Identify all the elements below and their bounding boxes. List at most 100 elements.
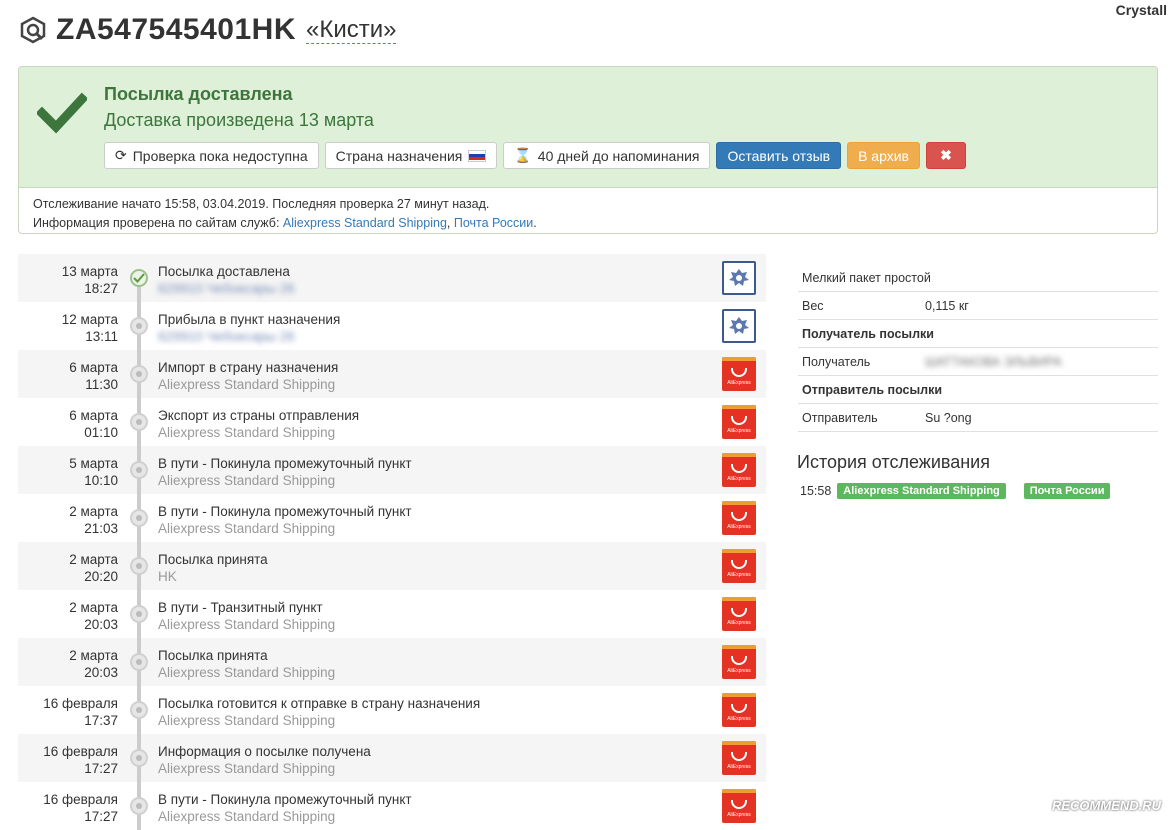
- timeline-dot-icon: [130, 701, 148, 719]
- history-tag-russian-post[interactable]: Почта России: [1023, 483, 1111, 499]
- event-date: 6 марта 11:30: [69, 359, 118, 393]
- event-date: 5 марта 10:10: [69, 455, 118, 489]
- aliexpress-icon: AliExpress: [722, 645, 756, 679]
- event-day: 2 марта: [69, 552, 118, 567]
- aliexpress-icon: AliExpress: [722, 741, 756, 775]
- tracking-started-text: Отслеживание начато 15:58, 03.04.2019. П…: [33, 197, 490, 211]
- history-tag-aliexpress[interactable]: Aliexpress Standard Shipping: [837, 483, 1006, 499]
- russia-flag-icon: [468, 149, 487, 162]
- parcel-details: Мелкий пакет простой Вес 0,115 кг Получа…: [798, 264, 1158, 432]
- aliexpress-badge-text: AliExpress: [727, 764, 751, 770]
- event-source: Aliexpress Standard Shipping: [158, 809, 336, 824]
- event-description: Посылка доставлена 629910 Чебоксары 26: [158, 263, 295, 297]
- timeline-event: 2 марта 21:03 В пути - Покинула промежуточ…: [18, 494, 766, 542]
- event-day: 6 марта: [69, 408, 118, 423]
- recipient-label: Получатель: [802, 354, 871, 369]
- timeline-dot-icon: [130, 557, 148, 575]
- event-title: Посылка готовится к отправке в страну на…: [158, 696, 481, 711]
- recipient-row: Получатель ШАТТАКОВА ЭЛЬВИРА: [798, 348, 1158, 376]
- timeline-event: 5 марта 10:10 В пути - Покинула промежуточ…: [18, 446, 766, 494]
- recipient-header: Получатель посылки: [798, 320, 1158, 348]
- history-time: 15:58: [800, 484, 832, 498]
- tracking-timeline: 13 марта 18:27 Посылка доставлена 629910 Че…: [18, 254, 766, 830]
- event-date: 16 февраля 17:27: [43, 743, 118, 777]
- event-title: Экспорт из страны отправления: [158, 408, 360, 423]
- event-description: Экспорт из страны отправления Aliexpress …: [158, 407, 359, 441]
- delete-button[interactable]: ✖: [925, 142, 966, 169]
- parcel-name[interactable]: «Кисти»: [305, 16, 397, 44]
- page-header: ZA547545401HK «Кисти»: [18, 10, 397, 50]
- timeline-event: 16 февраля 17:37 Посылка готовится к отпра…: [18, 686, 766, 734]
- recipient-value: ШАТТАКОВА ЭЛЬВИРА: [925, 354, 1062, 369]
- event-title: Посылка принята: [158, 552, 268, 567]
- delivery-status-panel: Посылка доставлена Доставка произведена …: [18, 66, 1158, 234]
- sender-row: Отправитель Su ?ong: [798, 404, 1158, 432]
- status-title: Посылка доставлена: [104, 84, 293, 104]
- hourglass-icon: ⌛: [514, 147, 532, 163]
- event-date: 2 марта 21:03: [69, 503, 118, 537]
- event-source: Aliexpress Standard Shipping: [158, 521, 336, 536]
- service-link-aliexpress[interactable]: Aliexpress Standard Shipping: [283, 216, 447, 230]
- event-time: 20:20: [84, 569, 118, 584]
- event-source: Aliexpress Standard Shipping: [158, 377, 336, 392]
- event-title: В пути - Покинула промежуточный пункт: [158, 456, 412, 471]
- event-title: Прибыла в пункт назначения: [158, 312, 341, 327]
- timeline-event: 2 марта 20:03 В пути - Транзитный пункт Ali…: [18, 590, 766, 638]
- leave-review-button[interactable]: Оставить отзыв: [716, 142, 842, 169]
- status-subtitle: Доставка произведена 13 марта: [104, 110, 374, 130]
- event-time: 20:03: [84, 665, 118, 680]
- sender-label: Отправитель: [802, 410, 878, 425]
- aliexpress-icon: AliExpress: [722, 453, 756, 487]
- event-day: 2 марта: [69, 504, 118, 519]
- tracking-info: Отслеживание начато 15:58, 03.04.2019. П…: [19, 188, 1157, 233]
- event-day: 12 марта: [61, 312, 118, 327]
- event-date: 16 февраля 17:27: [43, 791, 118, 825]
- timeline-dot-icon: [130, 413, 148, 431]
- service-link-russian-post[interactable]: Почта России: [454, 216, 533, 230]
- aliexpress-icon: AliExpress: [722, 789, 756, 823]
- refresh-button[interactable]: ⟳ Проверка пока недоступна: [104, 142, 319, 169]
- aliexpress-badge-text: AliExpress: [727, 380, 751, 386]
- event-day: 6 марта: [69, 360, 118, 375]
- timeline-event: 2 марта 20:20 Посылка принята HK AliExpress: [18, 542, 766, 590]
- site-watermark: Crystall: [1115, 2, 1167, 18]
- event-description: Посылка принята Aliexpress Standard Shipp…: [158, 647, 335, 681]
- timeline-dot-icon: [130, 797, 148, 815]
- russian-post-icon: [722, 309, 756, 343]
- tracking-number: ZA547545401HK: [56, 13, 296, 46]
- event-source: HK: [158, 569, 177, 584]
- russian-post-icon: [722, 261, 756, 295]
- event-title: В пути - Транзитный пункт: [158, 600, 323, 615]
- event-date: 16 февраля 17:37: [43, 695, 118, 729]
- reminder-button[interactable]: ⌛ 40 дней до напоминания: [503, 142, 711, 169]
- delivered-check-icon: [130, 269, 148, 287]
- package-type-row: Мелкий пакет простой: [798, 264, 1158, 292]
- aliexpress-icon: AliExpress: [722, 549, 756, 583]
- event-day: 13 марта: [61, 264, 118, 279]
- aliexpress-badge-text: AliExpress: [727, 572, 751, 578]
- aliexpress-badge-text: AliExpress: [727, 524, 751, 530]
- delivered-check-icon: [37, 92, 87, 134]
- timeline-dot-icon: [130, 749, 148, 767]
- destination-country-button[interactable]: Страна назначения: [324, 142, 498, 169]
- timeline-event: 12 марта 13:11 Прибыла в пункт назначения 6…: [18, 302, 766, 350]
- event-date: 2 марта 20:03: [69, 647, 118, 681]
- timeline-dot-icon: [130, 605, 148, 623]
- refresh-icon: ⟳: [115, 147, 127, 163]
- aliexpress-badge-text: AliExpress: [727, 620, 751, 626]
- event-title: Информация о посылке получена: [158, 744, 371, 759]
- event-date: 2 марта 20:03: [69, 599, 118, 633]
- event-description: В пути - Покинула промежуточный пункт Ali…: [158, 455, 412, 489]
- event-time: 21:03: [84, 521, 118, 536]
- archive-button[interactable]: В архив: [847, 142, 920, 169]
- event-time: 17:27: [84, 761, 118, 776]
- event-time: 11:30: [85, 377, 118, 392]
- aliexpress-badge-text: AliExpress: [727, 716, 751, 722]
- history-entry: 15:58 Aliexpress Standard Shipping Почта…: [800, 483, 1111, 499]
- event-source: Aliexpress Standard Shipping: [158, 473, 336, 488]
- event-date: 6 марта 01:10: [69, 407, 118, 441]
- event-description: Информация о посылке получена Aliexpress …: [158, 743, 371, 777]
- event-source: Aliexpress Standard Shipping: [158, 761, 336, 776]
- event-source: 629910 Чебоксары 26: [158, 281, 295, 296]
- timeline-dot-icon: [130, 653, 148, 671]
